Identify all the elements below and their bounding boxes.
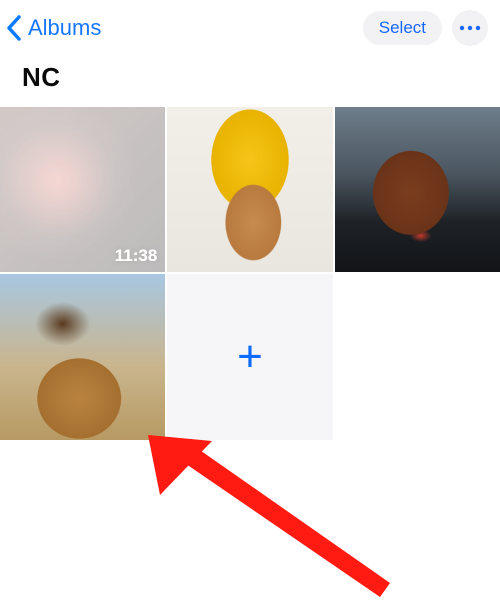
photo-thumbnail[interactable] [0,274,165,439]
ellipsis-icon [459,25,481,31]
annotation-arrow [140,435,400,605]
navbar: Albums Select [0,0,500,52]
more-button[interactable] [452,10,488,46]
photo-thumbnail[interactable]: 11:38 [0,107,165,272]
back-button[interactable]: Albums [4,13,101,43]
chevron-left-icon [4,13,26,43]
photo-thumbnail[interactable] [167,107,332,272]
photo-grid: 11:38 + [0,107,500,440]
empty-cell [335,274,500,439]
back-label: Albums [28,15,101,41]
add-photo-button[interactable]: + [167,274,332,439]
plus-icon: + [237,335,263,379]
album-title: NC [0,52,500,107]
video-duration: 11:38 [115,246,158,266]
navbar-actions: Select [363,10,488,46]
select-button[interactable]: Select [363,11,442,45]
photo-thumbnail[interactable] [335,107,500,272]
